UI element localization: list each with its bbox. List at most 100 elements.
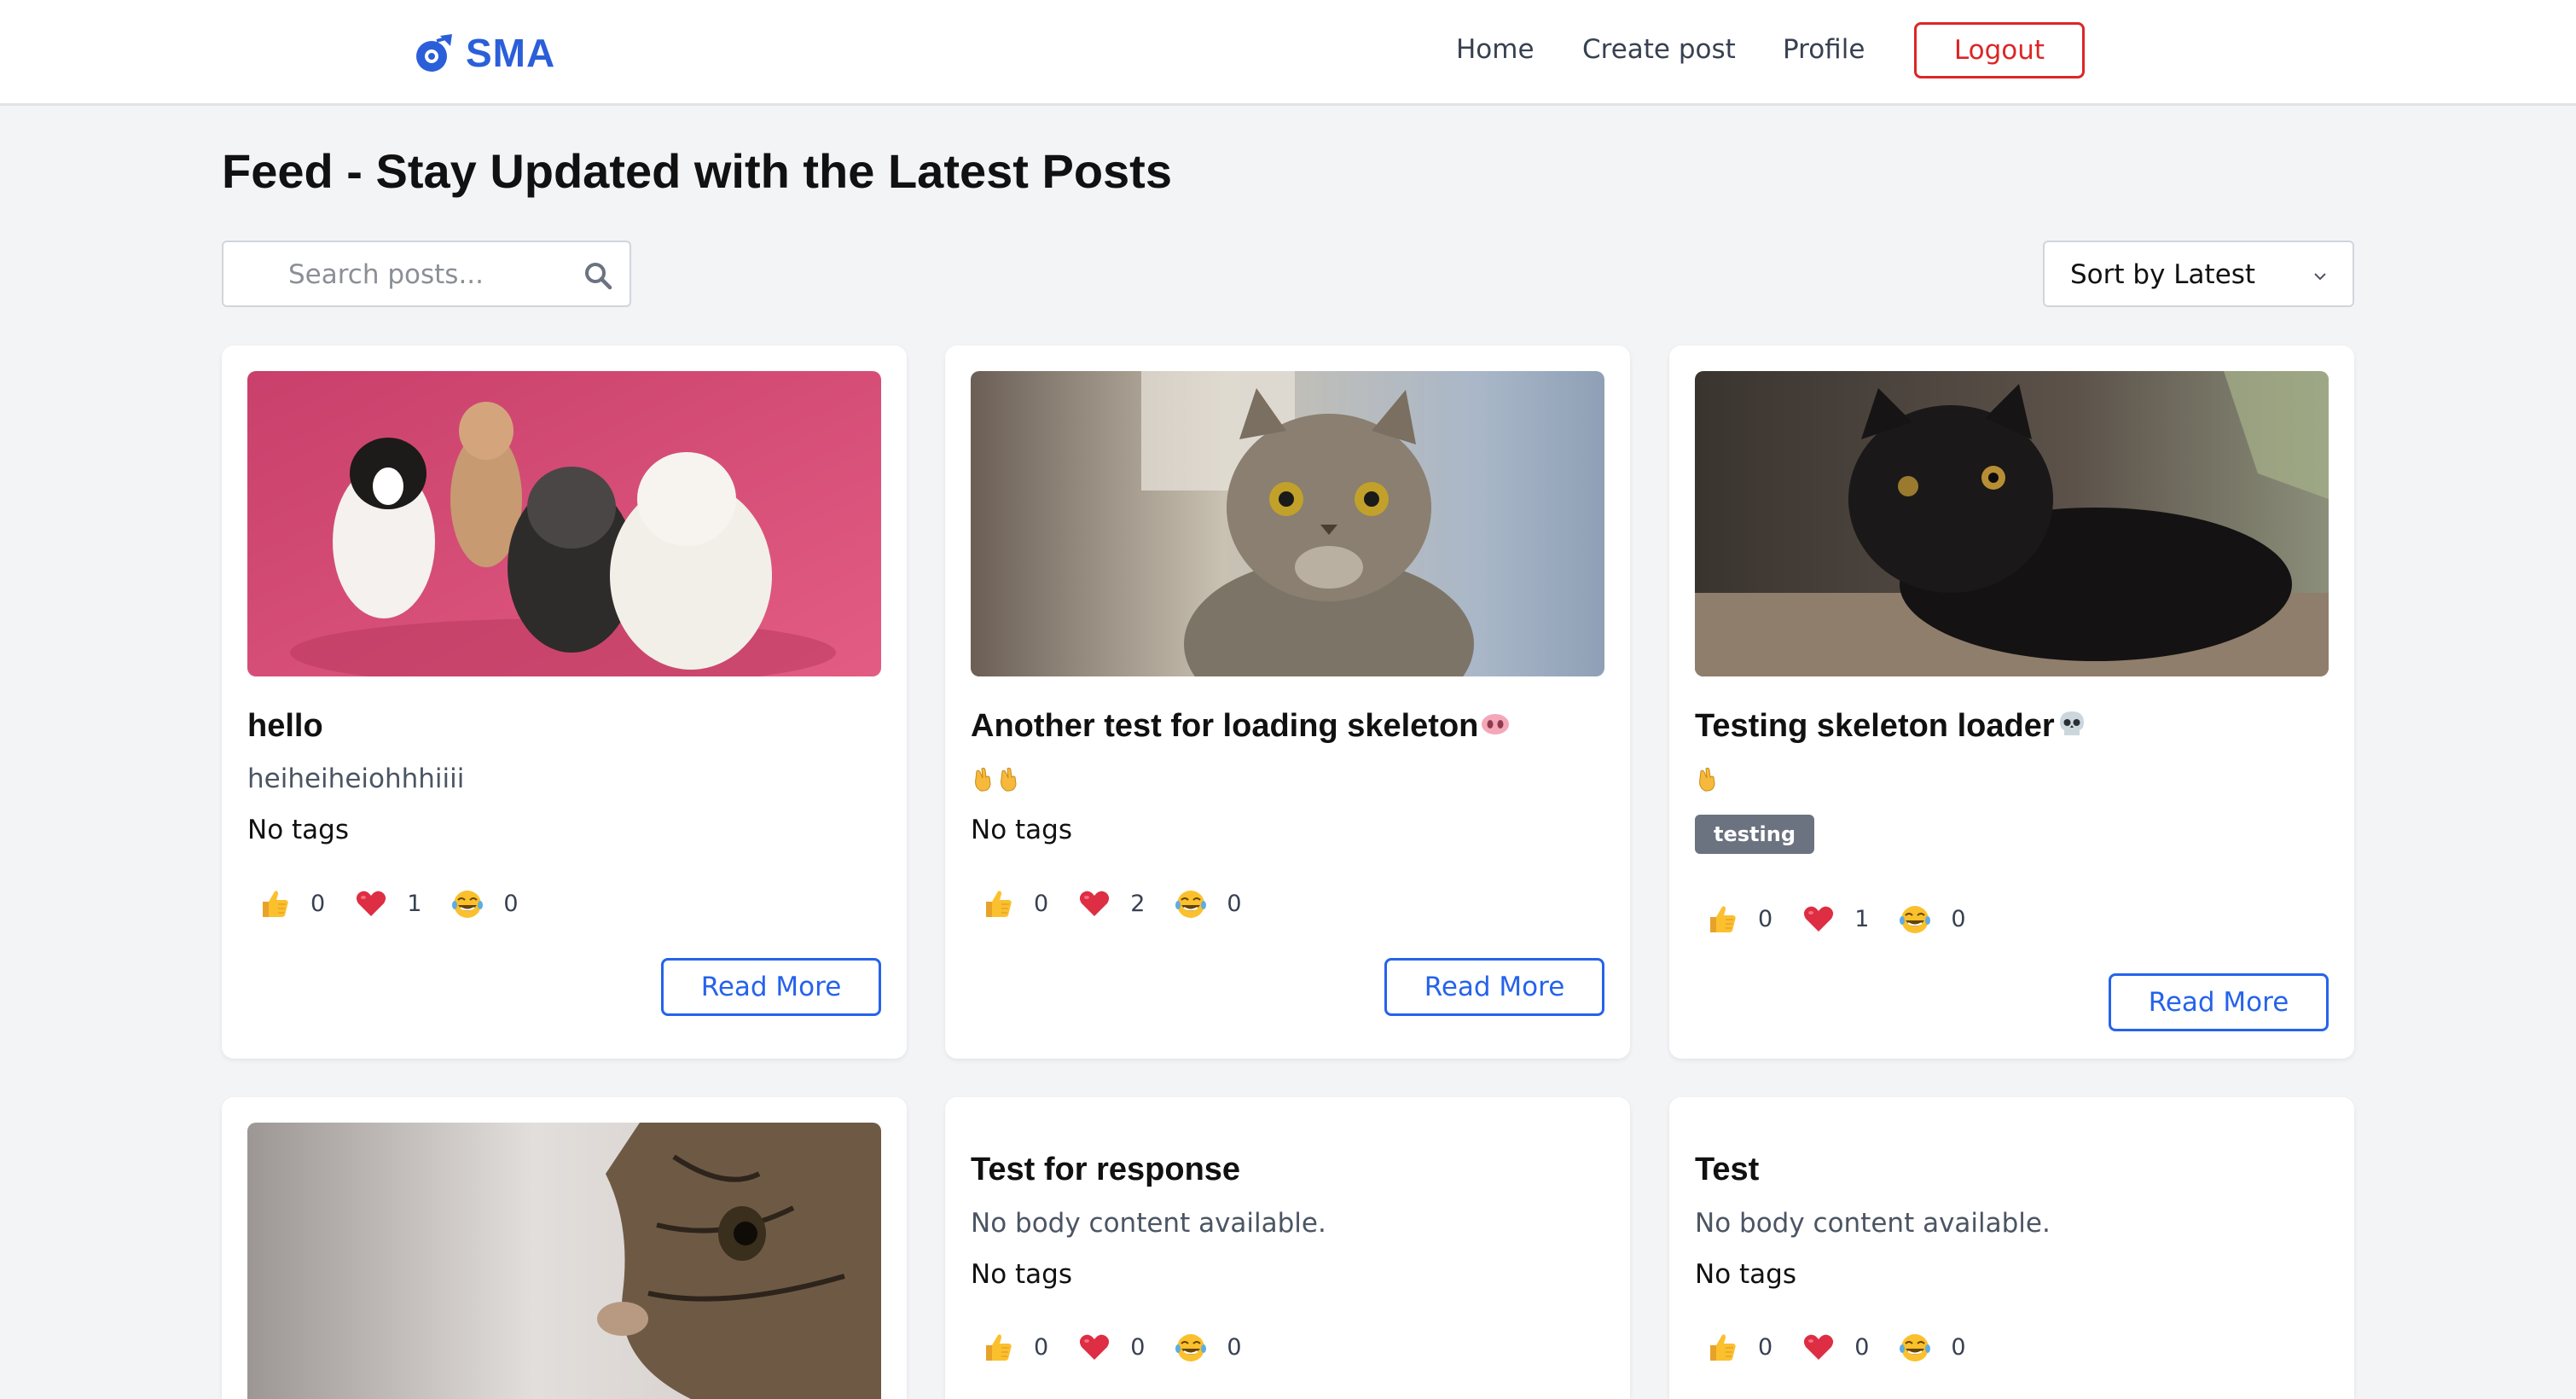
like-count: 0 [1758, 905, 1773, 932]
kitten-profile-photo-image [247, 1123, 881, 1399]
post-body [971, 763, 1022, 796]
like-reaction[interactable]: 0 [981, 886, 1048, 920]
laughing-face-icon [1898, 902, 1932, 936]
laugh-reaction[interactable]: 0 [1898, 1330, 1966, 1364]
laugh-reaction[interactable]: 0 [450, 886, 519, 920]
chevron-down-icon [2314, 273, 2326, 281]
laughing-face-icon [1174, 1330, 1208, 1364]
heart-count: 1 [407, 890, 422, 917]
laugh-count: 0 [1227, 1333, 1242, 1361]
dogs-photo-image [247, 371, 881, 676]
search-box [222, 241, 631, 307]
post-title-text: Testing skeleton loader [1695, 708, 2055, 744]
page-title: Feed - Stay Updated with the Latest Post… [222, 144, 1172, 198]
heart-count: 1 [1854, 905, 1870, 932]
nav-link-profile[interactable]: Profile [1783, 34, 1865, 65]
read-more-button[interactable]: Read More [661, 958, 881, 1016]
skull-icon [2057, 709, 2087, 740]
post-image [247, 371, 881, 676]
search-icon[interactable] [583, 261, 612, 290]
heart-reaction[interactable]: 2 [1077, 886, 1145, 920]
read-more-button[interactable]: Read More [1384, 958, 1604, 1016]
heart-count: 2 [1130, 890, 1146, 917]
laugh-reaction[interactable]: 0 [1898, 902, 1966, 936]
post-title[interactable]: hello [247, 708, 323, 745]
thumbs-up-icon [981, 1330, 1015, 1364]
heart-reaction[interactable]: 0 [1077, 1330, 1145, 1364]
thumbs-up-icon [1705, 902, 1739, 936]
post-image [971, 371, 1604, 676]
heart-icon [1077, 1330, 1111, 1364]
sort-select[interactable]: Sort by Latest [2043, 241, 2354, 307]
laugh-count: 0 [503, 890, 519, 917]
brand-logo[interactable]: SMA [411, 27, 555, 78]
sort-selected-value: Sort by Latest [2070, 259, 2256, 290]
post-body: No body content available. [1695, 1208, 2051, 1239]
post-card: Another test for loading skeleton No tag… [945, 345, 1630, 1059]
laughing-face-icon [1898, 1330, 1932, 1364]
nav-link-create-post[interactable]: Create post [1582, 34, 1736, 65]
like-count: 0 [1034, 890, 1049, 917]
post-tags-empty: No tags [971, 815, 1072, 845]
post-image [1695, 371, 2329, 676]
brand-name: SMA [466, 31, 556, 75]
pig-nose-icon [1480, 709, 1511, 740]
like-reaction[interactable]: 0 [1705, 1330, 1772, 1364]
top-navbar: SMA Home Create post Profile Logout [0, 0, 2576, 106]
laugh-count: 0 [1227, 890, 1242, 917]
post-card: Test No body content available. No tags … [1669, 1097, 2354, 1399]
post-image [247, 1123, 881, 1399]
reactions-bar: 0 0 0 [981, 1327, 1271, 1367]
thumbs-up-icon [981, 886, 1015, 920]
heart-reaction[interactable]: 1 [354, 886, 421, 920]
laugh-count: 0 [1951, 905, 1966, 932]
reactions-bar: 0 0 0 [1705, 1327, 1995, 1367]
post-card: Testing skeleton loader testing 0 1 0 Re… [1669, 345, 2354, 1059]
heart-reaction[interactable]: 1 [1801, 902, 1869, 936]
heart-icon [1801, 1330, 1836, 1364]
nav-link-home[interactable]: Home [1456, 34, 1535, 65]
post-body: heiheiheiohhhiiii [247, 763, 465, 794]
logout-button[interactable]: Logout [1914, 22, 2085, 78]
laugh-count: 0 [1951, 1333, 1966, 1361]
heart-icon [1077, 886, 1111, 920]
reactions-bar: 0 1 0 [1705, 899, 1995, 938]
crossed-fingers-icon [996, 763, 1022, 792]
tag-badge[interactable]: testing [1695, 815, 1814, 854]
post-card: hello heiheiheiohhhiiii No tags 0 1 0 Re… [222, 345, 907, 1059]
post-title[interactable]: Another test for loading skeleton [971, 708, 1511, 745]
heart-icon [354, 886, 388, 920]
black-cat-photo-image [1695, 371, 2329, 676]
laugh-reaction[interactable]: 0 [1174, 886, 1242, 920]
laughing-face-icon [450, 886, 484, 920]
like-reaction[interactable]: 0 [1705, 902, 1772, 936]
post-card: Test for response No body content availa… [945, 1097, 1630, 1399]
like-count: 0 [310, 890, 326, 917]
post-title-text: Another test for loading skeleton [971, 708, 1479, 744]
thumbs-up-icon [1705, 1330, 1739, 1364]
post-title[interactable]: Test [1695, 1152, 1759, 1188]
rocket-logo-icon [416, 34, 452, 72]
post-tags-empty: No tags [971, 1259, 1072, 1290]
heart-count: 0 [1130, 1333, 1146, 1361]
heart-reaction[interactable]: 0 [1801, 1330, 1869, 1364]
post-body: No body content available. [971, 1208, 1326, 1239]
like-reaction[interactable]: 0 [258, 886, 325, 920]
post-tags-empty: No tags [247, 815, 349, 845]
post-title[interactable]: Test for response [971, 1152, 1240, 1188]
post-tags-empty: No tags [1695, 1259, 1796, 1290]
post-card [222, 1097, 907, 1399]
reactions-bar: 0 1 0 [258, 884, 548, 923]
laughing-face-icon [1174, 886, 1208, 920]
search-input[interactable] [288, 258, 544, 292]
post-body [1695, 763, 1720, 796]
heart-count: 0 [1854, 1333, 1870, 1361]
like-count: 0 [1034, 1333, 1049, 1361]
crossed-fingers-icon [971, 763, 996, 792]
like-reaction[interactable]: 0 [981, 1330, 1048, 1364]
read-more-button[interactable]: Read More [2109, 973, 2329, 1031]
laugh-reaction[interactable]: 0 [1174, 1330, 1242, 1364]
reactions-bar: 0 2 0 [981, 884, 1271, 923]
post-title[interactable]: Testing skeleton loader [1695, 708, 2087, 745]
tabby-cat-photo-image [971, 371, 1604, 676]
